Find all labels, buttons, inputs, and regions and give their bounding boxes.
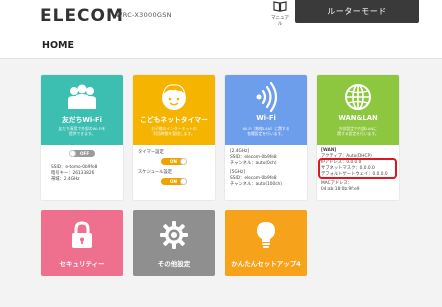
toggle-state: ON bbox=[169, 158, 177, 164]
tile-security-label: セキュリティー bbox=[59, 260, 105, 268]
toggle-knob bbox=[180, 178, 187, 185]
tile-friends-wifi-header[interactable]: 友だちWi-Fi 友だち専用で外部のWi-Fiを 提供できます。 bbox=[41, 75, 123, 145]
tile-kids-timer-header[interactable]: こどもネットタイマー お子様のインターネットの 利用時間を管理します。 bbox=[133, 75, 215, 145]
desc-line: 利用時間を管理します。 bbox=[153, 131, 195, 136]
toggle-knob bbox=[180, 158, 187, 165]
wifi-channel-5: チャンネル：auto(100ch) bbox=[230, 182, 282, 187]
tile-kids-timer-desc: お子様のインターネットの 利用時間を管理します。 bbox=[137, 126, 211, 136]
padlock-icon bbox=[41, 220, 123, 250]
tile-wifi-header[interactable]: Wi-Fi Wi-Fi（無線LAN）に関する 各種設定を行います。 bbox=[225, 75, 307, 145]
tile-kids-timer-title: こどもネットタイマー bbox=[140, 116, 208, 124]
tile-friends-wifi-title: 友だちWi-Fi bbox=[61, 116, 102, 124]
tile-friends-wifi[interactable]: 友だちWi-Fi 友だち専用で外部のWi-Fiを 提供できます。 OFF SSI… bbox=[41, 75, 123, 200]
wifi-signal-icon bbox=[225, 82, 307, 112]
router-mode-button[interactable]: ルーターモード bbox=[295, 0, 419, 23]
schedule-setting-toggle[interactable]: ON bbox=[161, 178, 187, 185]
tile-wifi-desc: Wi-Fi（無線LAN）に関する 各種設定を行います。 bbox=[229, 126, 303, 136]
gear-icon bbox=[133, 220, 215, 250]
tile-easy-setup[interactable]: かんたんセットアップ4 bbox=[225, 210, 307, 276]
tile-friends-wifi-desc: 友だち専用で外部のWi-Fiを 提供できます。 bbox=[45, 126, 119, 136]
manual-label: マニュアル bbox=[271, 16, 289, 27]
friends-wifi-band: 帯域：2.4GHz bbox=[51, 177, 80, 182]
tile-wan-lan[interactable]: WAN&LAN 外部設定や内部LANに 関する設定を行います。 [WAN] アク… bbox=[317, 75, 399, 200]
wan-mac-address: 04:ab:18:0b:9f:e9 bbox=[321, 187, 360, 192]
manual-button[interactable]: マニュアル bbox=[269, 1, 291, 27]
tile-other-settings-label: その他設定 bbox=[157, 260, 191, 268]
tile-kids-timer-info: タイマー設定 ON スケジュール設定 ON bbox=[133, 145, 215, 200]
wifi-channel-24: チャンネル：auto(0ch) bbox=[230, 161, 277, 166]
page-title: HOME bbox=[42, 40, 74, 51]
schedule-setting-label: スケジュール設定 bbox=[138, 170, 173, 175]
lightbulb-icon bbox=[225, 220, 307, 250]
desc-line: 関する設定を行います。 bbox=[337, 131, 379, 136]
book-icon bbox=[269, 1, 291, 15]
toggle-state: OFF bbox=[80, 150, 90, 156]
desc-line: 提供できます。 bbox=[68, 131, 96, 136]
tile-kids-timer[interactable]: こどもネットタイマー お子様のインターネットの 利用時間を管理します。 タイマー… bbox=[133, 75, 215, 200]
globe-icon bbox=[317, 82, 399, 112]
tile-friends-wifi-info: OFF SSID：e-tomo-0b9fe8 暗号キー：26133826 帯域：… bbox=[41, 145, 123, 200]
header-bar: ELECOM WRC-X3000GSN マニュアル ルーターモード HOME bbox=[0, 0, 442, 59]
elecom-logo: ELECOM bbox=[40, 6, 124, 26]
child-face-icon bbox=[133, 82, 215, 112]
timer-setting-toggle[interactable]: ON bbox=[161, 158, 187, 165]
tile-wan-lan-desc: 外部設定や内部LANに 関する設定を行います。 bbox=[321, 126, 395, 136]
friends-group-icon bbox=[41, 82, 123, 112]
tile-wan-lan-title: WAN&LAN bbox=[338, 114, 378, 122]
model-name: WRC-X3000GSN bbox=[116, 11, 172, 19]
highlight-box bbox=[318, 158, 397, 179]
desc-line: 各種設定を行います。 bbox=[247, 131, 285, 136]
tile-security[interactable]: セキュリティー bbox=[41, 210, 123, 276]
friends-wifi-toggle[interactable]: OFF bbox=[69, 150, 95, 157]
tile-wifi[interactable]: Wi-Fi Wi-Fi（無線LAN）に関する 各種設定を行います。 [2.4GH… bbox=[225, 75, 307, 200]
tile-easy-setup-label: かんたんセットアップ4 bbox=[231, 260, 301, 268]
tile-wan-lan-header[interactable]: WAN&LAN 外部設定や内部LANに 関する設定を行います。 bbox=[317, 75, 399, 145]
toggle-knob bbox=[69, 150, 76, 157]
tile-wifi-info: [2.4GHz] SSID：elecom-0b9fe8 チャンネル：auto(0… bbox=[225, 145, 307, 200]
timer-setting-label: タイマー設定 bbox=[138, 150, 164, 155]
toggle-state: ON bbox=[169, 178, 177, 184]
tile-wifi-title: Wi-Fi bbox=[256, 114, 276, 122]
tile-other-settings[interactable]: その他設定 bbox=[133, 210, 215, 276]
